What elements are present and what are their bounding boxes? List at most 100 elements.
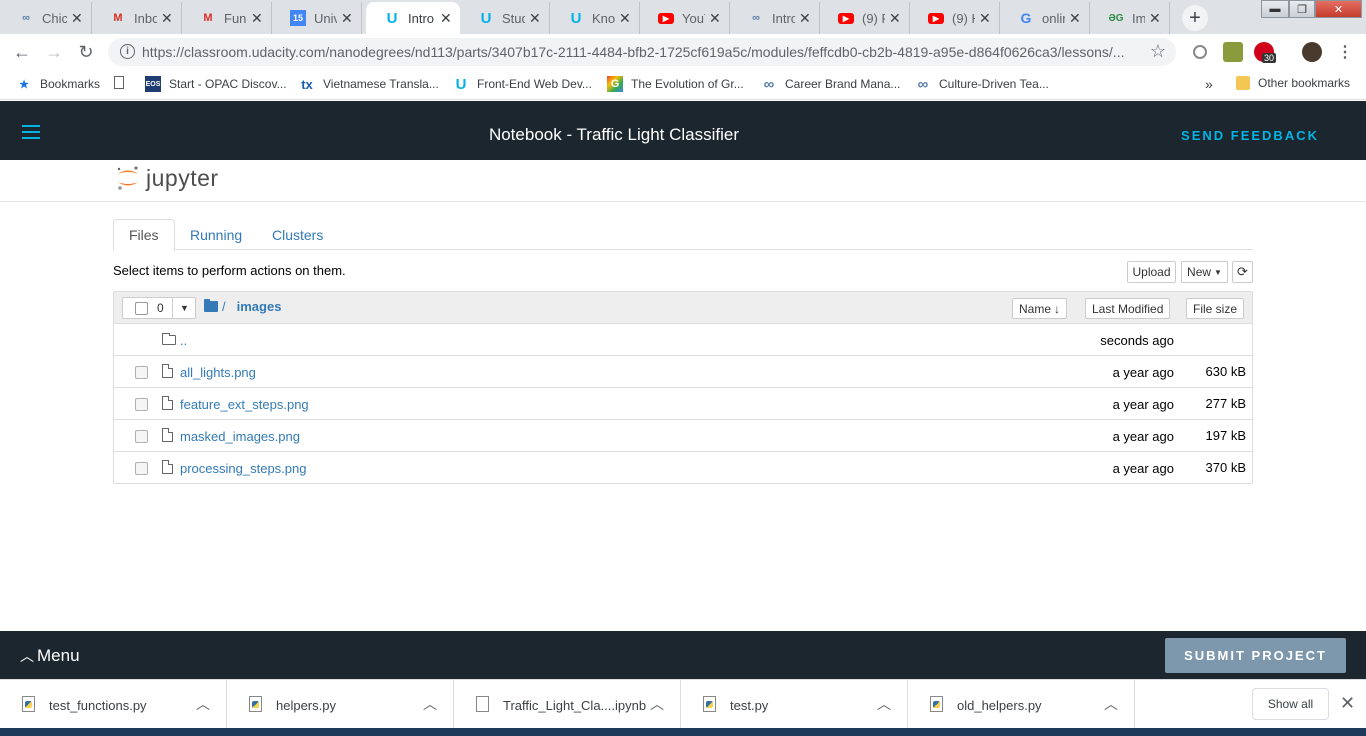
extension-android-icon[interactable] (1223, 42, 1243, 62)
close-icon[interactable]: ✕ (1340, 693, 1355, 714)
upload-button[interactable]: Upload (1127, 261, 1176, 283)
reload-icon[interactable]: ↻ (74, 40, 98, 64)
close-icon[interactable]: ✕ (1069, 10, 1083, 27)
browser-tab[interactable]: ▶ (9) H ✕ (910, 2, 1000, 34)
submit-project-button[interactable]: SUBMIT PROJECT (1165, 638, 1346, 673)
file-icon (162, 396, 173, 410)
close-icon[interactable]: ✕ (529, 10, 543, 27)
download-item[interactable]: Traffic_Light_Cla....ipynb ︿ (454, 680, 681, 729)
browser-tab[interactable]: ▶ YouT ✕ (640, 2, 730, 34)
browser-tab-title: (9) H (952, 10, 975, 26)
row-checkbox[interactable] (135, 462, 148, 475)
bookmark-star-icon[interactable]: ☆ (1150, 41, 1166, 62)
close-icon[interactable]: ✕ (889, 10, 903, 27)
close-icon[interactable]: ✕ (619, 10, 633, 27)
download-item[interactable]: helpers.py ︿ (227, 680, 454, 729)
file-name[interactable]: processing_steps.png (180, 461, 306, 476)
folder-home-icon[interactable] (204, 299, 218, 312)
address-bar[interactable]: i https://classroom.udacity.com/nanodegr… (108, 38, 1176, 66)
bookmark-item[interactable] (114, 76, 132, 89)
row-checkbox[interactable] (135, 366, 148, 379)
browser-tab[interactable]: G onlin ✕ (1000, 2, 1090, 34)
close-icon[interactable]: ✕ (251, 10, 265, 27)
browser-tab[interactable]: ▶ (9) P ✕ (820, 2, 910, 34)
close-icon[interactable]: ✕ (440, 10, 454, 27)
caret-down-icon[interactable]: ▼ (172, 298, 196, 318)
other-bookmarks-item[interactable]: Other bookmarks (1236, 76, 1350, 90)
file-name[interactable]: masked_images.png (180, 429, 300, 444)
chevron-up-icon[interactable]: ︿ (877, 694, 891, 714)
gmail-icon: M (203, 12, 213, 24)
close-icon[interactable]: ✕ (1149, 10, 1163, 27)
bookmark-item[interactable]: ★ Bookmarks (16, 76, 100, 92)
row-checkbox[interactable] (135, 430, 148, 443)
file-name[interactable]: .. (180, 333, 187, 348)
row-checkbox[interactable] (135, 398, 148, 411)
browser-tab[interactable]: M Func ✕ (182, 2, 272, 34)
browser-tab[interactable]: U Know ✕ (550, 2, 640, 34)
browser-tab-active[interactable]: U Intro ✕ (366, 2, 460, 34)
tab-running[interactable]: Running (175, 219, 257, 250)
chevron-up-icon: ︿ (20, 648, 34, 664)
menu-toggle[interactable]: ︿ Menu (20, 646, 80, 666)
bookmark-item[interactable]: EOS Start - OPAC Discov... (145, 76, 287, 92)
chevron-up-icon[interactable]: ︿ (650, 694, 664, 714)
extension-circle-icon[interactable] (1193, 45, 1207, 59)
more-menu-icon[interactable]: ⋮ (1335, 42, 1355, 62)
bookmark-item[interactable]: tx Vietnamese Transla... (299, 76, 439, 92)
chevron-up-icon[interactable]: ︿ (1104, 694, 1118, 714)
back-arrow-icon[interactable]: ← (10, 40, 34, 64)
select-all-group[interactable]: 0 ▼ (122, 297, 196, 319)
bookmarks-overflow-button[interactable]: » (1205, 76, 1213, 92)
sort-by-modified-button[interactable]: Last Modified (1085, 298, 1171, 319)
list-item[interactable]: masked_images.png a year ago 197 kB (114, 420, 1252, 452)
maximize-window-button[interactable]: ❐ (1289, 0, 1315, 18)
bookmark-item[interactable]: ∞ Culture-Driven Tea... (915, 76, 1049, 93)
download-item[interactable]: test_functions.py ︿ (0, 680, 227, 729)
list-item-parent[interactable]: .. seconds ago (114, 324, 1252, 356)
close-icon[interactable]: ✕ (341, 10, 355, 27)
file-name[interactable]: all_lights.png (180, 365, 256, 380)
forward-arrow-icon[interactable]: → (42, 40, 66, 64)
extension-adblock-icon[interactable]: 30 (1254, 42, 1277, 63)
list-item[interactable]: all_lights.png a year ago 630 kB (114, 356, 1252, 388)
show-all-downloads-button[interactable]: Show all (1252, 688, 1329, 720)
sort-by-name-button[interactable]: Name ↓ (1012, 298, 1068, 319)
sort-by-size-button[interactable]: File size (1186, 298, 1245, 319)
close-icon[interactable]: ✕ (799, 10, 813, 27)
tab-files[interactable]: Files (113, 219, 175, 251)
browser-tab[interactable]: U Stud ✕ (460, 2, 550, 34)
browser-tab[interactable]: ∞ Intro ✕ (730, 2, 820, 34)
browser-tab[interactable]: ƏG Impo ✕ (1090, 2, 1170, 34)
file-name[interactable]: feature_ext_steps.png (180, 397, 309, 412)
close-icon[interactable]: ✕ (979, 10, 993, 27)
bookmark-item[interactable]: G The Evolution of Gr... (607, 76, 744, 92)
new-dropdown-button[interactable]: New ▼ (1181, 261, 1228, 283)
download-item[interactable]: test.py ︿ (681, 680, 908, 729)
list-item[interactable]: feature_ext_steps.png a year ago 277 kB (114, 388, 1252, 420)
site-info-icon[interactable]: i (120, 44, 135, 59)
breadcrumb-directory[interactable]: images (237, 299, 282, 314)
jupyter-logo[interactable]: jupyter (116, 164, 219, 192)
send-feedback-link[interactable]: SEND FEEDBACK (1181, 128, 1319, 143)
refresh-icon[interactable]: ⟳ (1232, 261, 1253, 283)
profile-avatar[interactable] (1302, 42, 1322, 62)
bookmark-item[interactable]: U Front-End Web Dev... (453, 76, 592, 93)
browser-tab[interactable]: 15 Univ ✕ (272, 2, 362, 34)
select-all-checkbox[interactable] (135, 301, 148, 315)
chevron-up-icon[interactable]: ︿ (423, 694, 437, 714)
browser-tab[interactable]: M Inbo ✕ (92, 2, 182, 34)
list-item[interactable]: processing_steps.png a year ago 370 kB (114, 452, 1252, 484)
tab-clusters[interactable]: Clusters (257, 219, 338, 250)
browser-tab[interactable]: ∞ Chic ✕ (0, 2, 92, 34)
chevron-up-icon[interactable]: ︿ (196, 694, 210, 714)
close-icon[interactable]: ✕ (71, 10, 85, 27)
close-window-button[interactable]: ✕ (1315, 0, 1362, 18)
close-icon[interactable]: ✕ (709, 10, 723, 27)
new-tab-button[interactable]: + (1182, 5, 1208, 31)
bookmark-item[interactable]: ∞ Career Brand Mana... (761, 76, 901, 93)
minimize-window-button[interactable]: ▬ (1261, 0, 1289, 18)
close-icon[interactable]: ✕ (161, 10, 175, 27)
download-item[interactable]: old_helpers.py ︿ (908, 680, 1135, 729)
browser-tab-title: Func (224, 10, 247, 26)
